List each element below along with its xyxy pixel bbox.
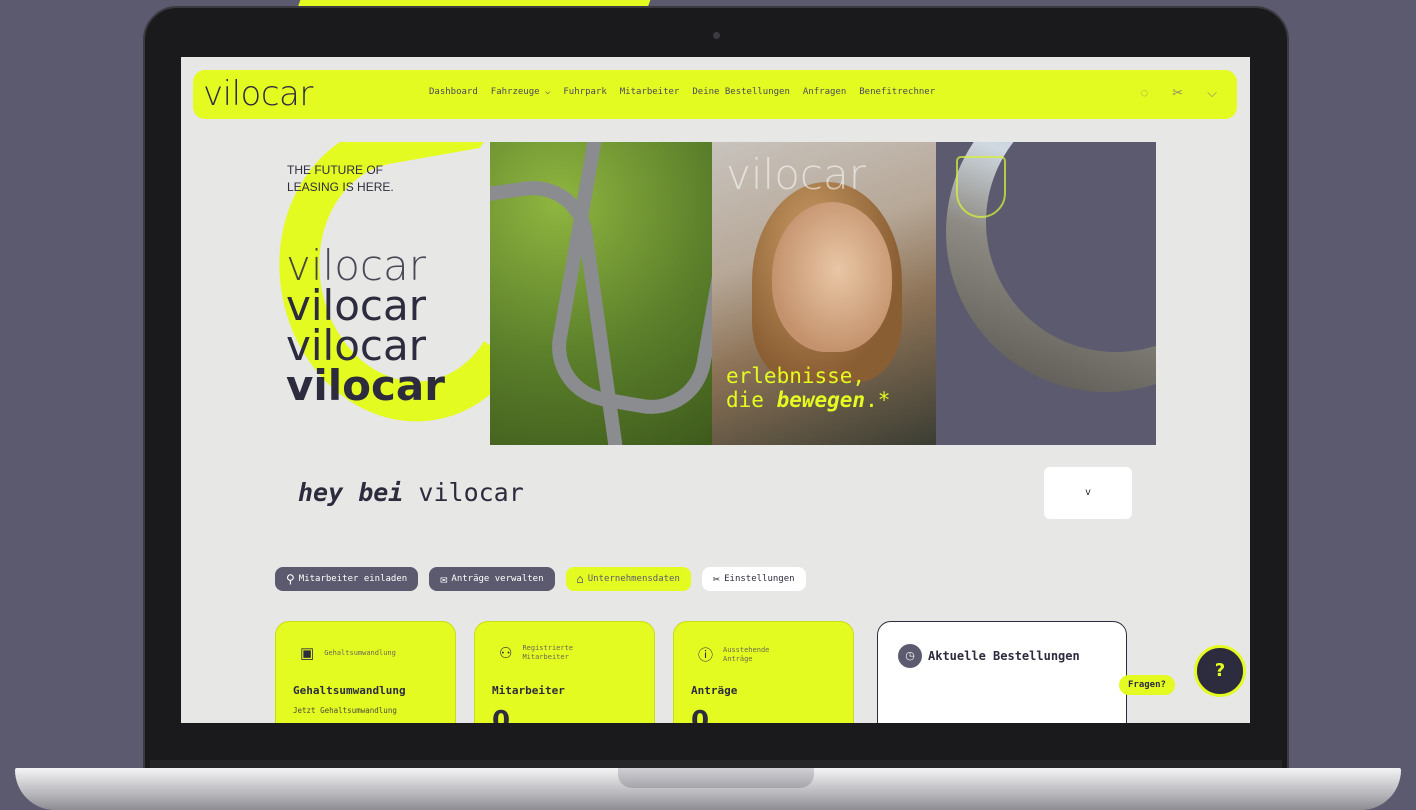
nav-link-anfragen[interactable]: Anfragen	[803, 87, 846, 97]
hero-word: vilocar	[286, 321, 426, 370]
slogan-text: die	[726, 388, 777, 412]
settings-icon[interactable]: ✂	[1172, 85, 1183, 101]
card-title: Anträge	[691, 684, 738, 697]
home-icon: ⌂	[576, 572, 584, 586]
settings-icon: ✂	[712, 572, 721, 586]
hero-word: vilocar	[286, 281, 426, 330]
laptop-notch	[618, 768, 814, 788]
hero-word: vilocar	[286, 361, 445, 410]
arrow-logo-icon	[956, 156, 1006, 218]
quick-actions: ⚲ Mitarbeiter einladen ✉ Anträge verwalt…	[275, 567, 806, 591]
card-header: ⚇ Registrierte Mitarbeiter	[499, 644, 602, 662]
hero-image-road	[490, 142, 712, 445]
salary-conversion-card[interactable]: ▣ Gehaltsumwandlung Gehaltsumwandlung Je…	[275, 621, 456, 723]
hero-tagline: THE FUTURE OF LEASING IS HERE.	[287, 163, 394, 194]
card-subtitle: Ausstehende Anträge	[723, 645, 770, 663]
slogan-text: .*	[865, 388, 891, 412]
chat-icon[interactable]: ◌	[1141, 85, 1149, 101]
help-label[interactable]: Fragen?	[1119, 675, 1175, 695]
greeting-brand: vilocar	[403, 478, 524, 507]
settings-button[interactable]: ✂ Einstellungen	[701, 567, 806, 591]
card-title: Gehaltsumwandlung	[293, 684, 406, 697]
card-description: Jetzt Gehaltsumwandlung	[293, 706, 397, 715]
button-label: Einstellungen	[724, 574, 795, 584]
hero-word: vilocar	[286, 241, 426, 290]
hero-slogan-line2: die bewegen.*	[726, 388, 890, 412]
button-label: Unternehmensdaten	[587, 574, 680, 584]
card-header: ⓘ Ausstehende Anträge	[698, 644, 803, 665]
invite-employee-button[interactable]: ⚲ Mitarbeiter einladen	[275, 567, 419, 591]
camera-dot	[713, 32, 720, 39]
hero-text-panel: THE FUTURE OF LEASING IS HERE. vilocar v…	[266, 142, 490, 445]
hero-wordmark-stack: vilocar vilocar vilocar vilocar	[286, 241, 445, 410]
company-data-button[interactable]: ⌂ Unternehmensdaten	[565, 567, 691, 591]
alert-icon: ⓘ	[698, 647, 714, 664]
greeting-hey: hey bei	[298, 478, 404, 507]
panel-title: Aktuelle Bestellungen	[928, 649, 1080, 663]
hero-slogan-line1: erlebnisse,	[726, 364, 866, 388]
nav-links: Dashboard Fahrzeuge ⌵ Fuhrpark Mitarbeit…	[429, 87, 935, 97]
nav-link-benefitrechner[interactable]: Benefitrechner	[859, 87, 935, 97]
help-button[interactable]: ?	[1194, 645, 1246, 697]
card-value: 0	[691, 706, 710, 723]
requests-card[interactable]: ⓘ Ausstehende Anträge Anträge 0	[673, 621, 854, 723]
nav-link-fahrzeuge[interactable]: Fahrzeuge ⌵	[491, 87, 551, 97]
card-subtitle: Registrierte Mitarbeiter	[522, 644, 574, 661]
nav-icons: ◌ ✂ ⌵	[1141, 85, 1218, 101]
button-label: Anträge verwalten	[451, 574, 544, 584]
card-value: 0	[492, 706, 511, 723]
mail-icon: ✉	[440, 572, 448, 586]
hero-image-woman: vilocar erlebnisse, die bewegen.*	[712, 142, 936, 445]
nav-link-bestellungen[interactable]: Deine Bestellungen	[692, 87, 790, 97]
wallet-icon: ▣	[300, 645, 315, 662]
card-header: ▣ Gehaltsumwandlung	[300, 644, 396, 662]
hero-slogan: erlebnisse, die bewegen.*	[726, 364, 890, 412]
greeting-heading: hey bei vilocar	[298, 478, 524, 507]
top-navbar: vilocar Dashboard Fahrzeuge ⌵ Fuhrpark M…	[193, 70, 1237, 119]
users-icon: ⚇	[499, 645, 513, 662]
manage-requests-button[interactable]: ✉ Anträge verwalten	[429, 567, 555, 591]
hero-image-mountain	[936, 142, 1156, 445]
hero-banner: THE FUTURE OF LEASING IS HERE. vilocar v…	[266, 142, 1156, 445]
chevron-down-icon[interactable]: ⌵	[1207, 85, 1217, 101]
company-dropdown[interactable]: v	[1044, 467, 1132, 519]
nav-link-fuhrpark[interactable]: Fuhrpark	[563, 87, 606, 97]
slogan-emphasis: bewegen	[776, 388, 866, 412]
button-label: Mitarbeiter einladen	[298, 574, 408, 584]
nav-link-mitarbeiter[interactable]: Mitarbeiter	[620, 87, 680, 97]
road-curve	[542, 142, 712, 424]
current-orders-panel: ◷ Aktuelle Bestellungen	[877, 621, 1127, 723]
photo-face	[772, 202, 892, 352]
nav-link-dashboard[interactable]: Dashboard	[429, 87, 478, 97]
app-screen: vilocar Dashboard Fahrzeuge ⌵ Fuhrpark M…	[181, 57, 1250, 723]
card-subtitle: Gehaltsumwandlung	[324, 648, 396, 657]
app-logo[interactable]: vilocar	[203, 74, 313, 114]
user-icon: ⚲	[286, 572, 295, 586]
hero-image-logo: vilocar	[726, 150, 866, 199]
clock-icon: ◷	[898, 644, 922, 668]
employees-card[interactable]: ⚇ Registrierte Mitarbeiter Mitarbeiter 0	[474, 621, 655, 723]
card-title: Mitarbeiter	[492, 684, 565, 697]
